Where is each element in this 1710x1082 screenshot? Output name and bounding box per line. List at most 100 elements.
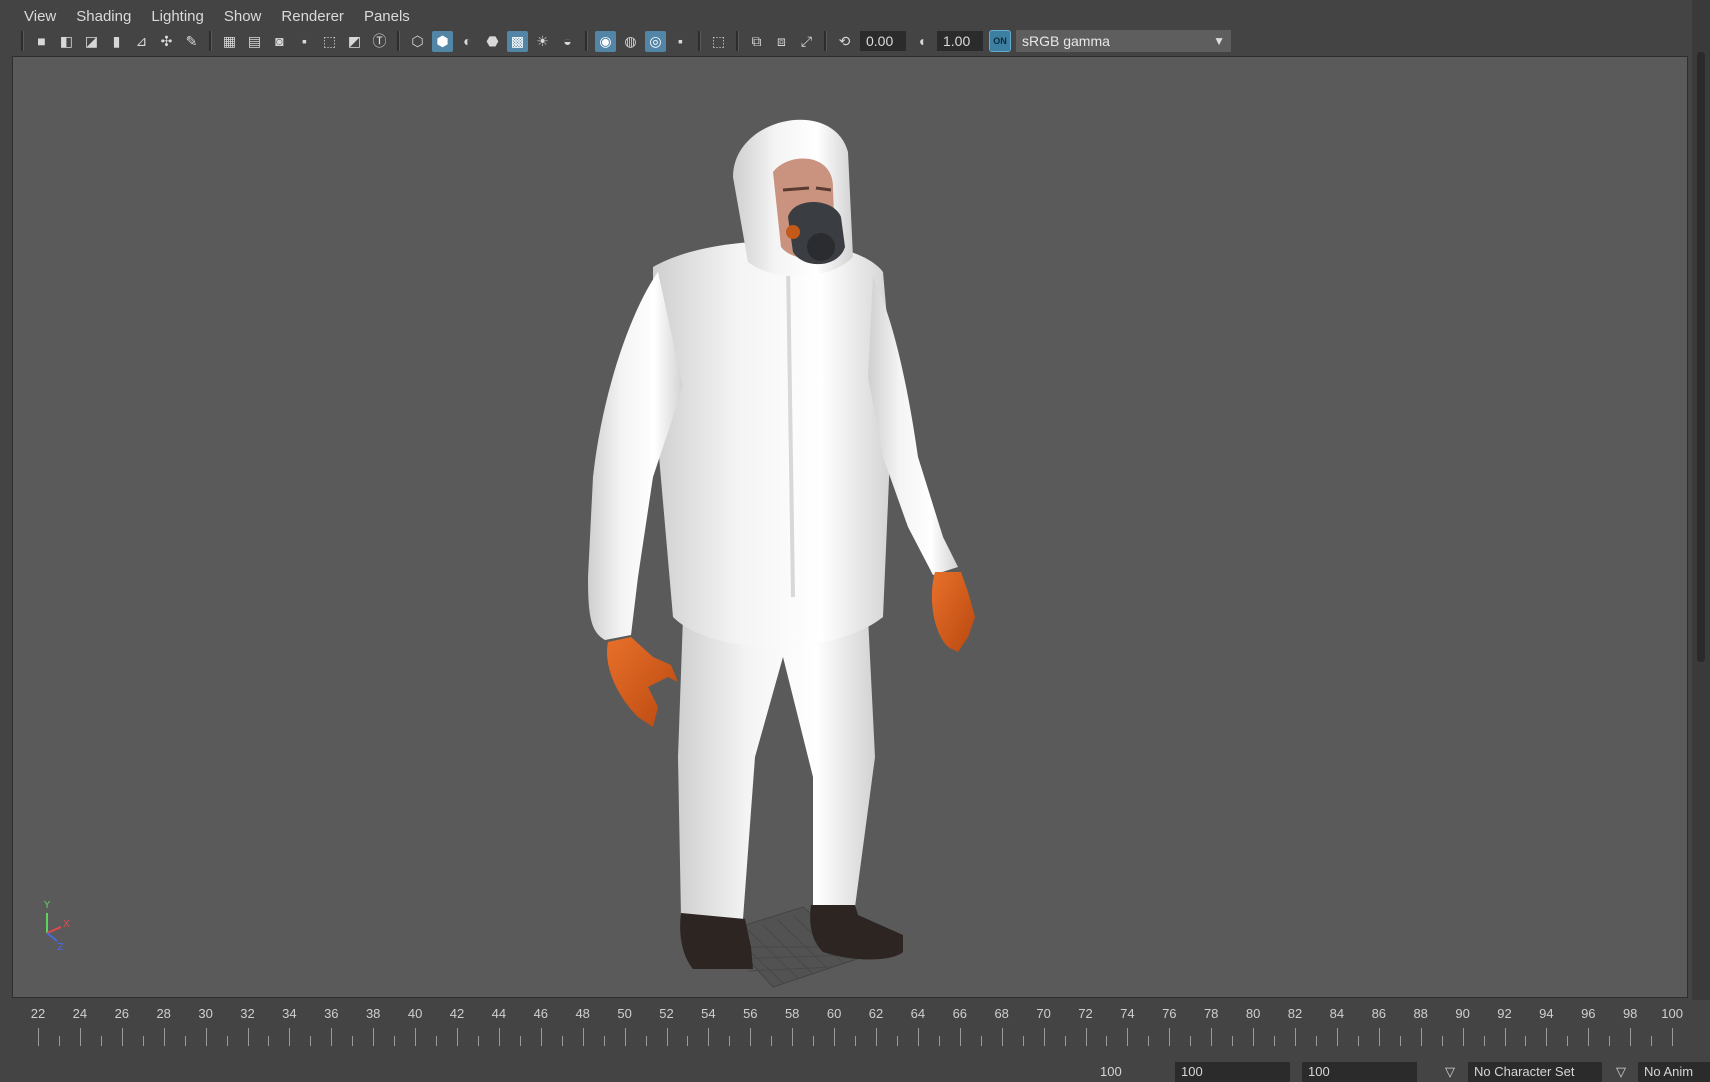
range-slider-bar: 100 100 100 ▽ No Character Set ▽ No Anim <box>0 1056 1710 1082</box>
camera-attributes-icon[interactable]: ◧ <box>56 31 77 52</box>
menu-renderer[interactable]: Renderer <box>281 8 344 25</box>
timeline-minor-tick <box>310 1036 312 1046</box>
color-space-value: sRGB gamma <box>1022 33 1110 49</box>
timeline-tick <box>1169 1028 1171 1046</box>
xray-joints-icon[interactable]: ⧉ <box>746 31 767 52</box>
film-gate-icon[interactable]: ▤ <box>244 31 265 52</box>
timeline-tick <box>289 1028 291 1046</box>
safe-title-icon[interactable]: ◩ <box>344 31 365 52</box>
timeline-tick-label: 68 <box>994 1006 1009 1021</box>
timeline-minor-tick <box>1274 1036 1276 1046</box>
anti-aliasing-icon[interactable]: ◎ <box>645 30 666 52</box>
timeline-tick-label: 58 <box>784 1006 800 1021</box>
timeline-minor-tick <box>58 1036 60 1046</box>
exposure-icon[interactable]: ⟲ <box>834 31 855 52</box>
timeline-minor-tick <box>938 1036 940 1046</box>
gamma-icon[interactable]: ◖ <box>911 31 932 52</box>
xray-active-icon[interactable]: ⧈ <box>771 31 792 52</box>
safe-action-icon[interactable]: ⬚ <box>319 31 340 52</box>
motion-blur-icon[interactable]: ◍ <box>620 31 641 52</box>
timeline-tick-label: 88 <box>1413 1006 1428 1021</box>
timeline-tick-label: 60 <box>826 1006 842 1021</box>
filter-icon[interactable]: ▽ <box>1445 1064 1455 1080</box>
smooth-shade-icon[interactable]: ⬢ <box>432 30 453 52</box>
timeline-tick-label: 54 <box>701 1006 716 1021</box>
toolbar-divider <box>824 31 827 51</box>
x-ray-icon[interactable]: ▩ <box>507 30 528 52</box>
menu-lighting[interactable]: Lighting <box>151 8 204 25</box>
bookmark-icon[interactable]: ▮ <box>106 31 127 52</box>
timeline-minor-tick <box>645 1036 647 1046</box>
animation-end-field[interactable]: 100 <box>1302 1062 1417 1082</box>
timeline-tick <box>331 1028 333 1046</box>
timeline-tick-label: 74 <box>1120 1006 1135 1021</box>
color-management-toggle[interactable]: ON <box>989 30 1011 52</box>
timeline-tick-label: 84 <box>1329 1006 1345 1021</box>
menu-show[interactable]: Show <box>224 8 262 25</box>
timeline-tick-label: 66 <box>952 1006 968 1021</box>
timeline-minor-tick <box>268 1036 270 1046</box>
camera-icon[interactable]: ■ <box>31 31 52 52</box>
timeline-tick-label: 56 <box>743 1006 758 1021</box>
timeline-tick <box>876 1028 877 1046</box>
toolbar-divider <box>397 31 400 51</box>
use-all-lights-icon[interactable]: ☀ <box>532 31 553 52</box>
camera-sequencer-icon[interactable]: ⤢ <box>796 31 817 52</box>
2d-pan-zoom-icon[interactable]: ⊿ <box>131 31 152 52</box>
screen-space-ao-icon[interactable]: ◉ <box>595 30 616 52</box>
timeline-tick <box>373 1028 375 1046</box>
timeline-minor-tick <box>1399 1036 1401 1046</box>
shadows-icon[interactable]: ◒ <box>557 31 578 52</box>
exposure-field[interactable]: 0.00 <box>860 31 906 51</box>
anim-layer-dropdown[interactable]: No Anim <box>1638 1062 1710 1082</box>
panel-toolbar: ■ ◧ ◪ ▮ ⊿ ✣ ✎ ▦ ▤ ◙ ▪ ⬚ ◩ Ⓣ ⬡ ⬢ ◐ ⬣ ▩ ☀ … <box>0 26 1690 56</box>
field-chart-icon[interactable]: ▪ <box>294 31 315 52</box>
timeline-tick <box>540 1028 542 1046</box>
character-model: Y X Z <box>43 119 975 988</box>
wireframe-on-shaded-icon[interactable]: ⬣ <box>482 31 503 52</box>
timeline-tick <box>582 1028 584 1046</box>
timeline-tick <box>1253 1028 1255 1046</box>
resolution-gate-icon[interactable]: ◙ <box>269 31 290 52</box>
timeline-tick <box>79 1028 81 1046</box>
time-slider[interactable]: 22 24 26 28 30 32 34 36 38 40 42 44 46 48 50 52 54 56 58 60… <box>0 1000 1710 1050</box>
timeline-minor-tick <box>561 1036 563 1046</box>
timeline-tick <box>708 1028 710 1046</box>
timeline-tick-label: 30 <box>198 1006 213 1021</box>
timeline-tick <box>792 1028 794 1046</box>
grid-icon[interactable]: ▦ <box>219 31 240 52</box>
menu-panels[interactable]: Panels <box>364 8 410 25</box>
menu-shading[interactable]: Shading <box>76 8 131 25</box>
depth-of-field-icon[interactable]: ▪ <box>670 31 691 52</box>
menu-view[interactable]: View <box>24 8 56 25</box>
default-material-icon[interactable]: ◐ <box>457 31 478 52</box>
wireframe-icon[interactable]: ⬡ <box>407 31 428 52</box>
scrollbar-thumb[interactable] <box>1697 52 1705 662</box>
left-glove <box>607 637 678 727</box>
character-set-dropdown[interactable]: No Character Set <box>1468 1062 1602 1082</box>
3d-viewport[interactable]: Y X Z <box>12 56 1688 998</box>
timeline-tick-label: 50 <box>617 1006 632 1021</box>
timeline-tick <box>1420 1028 1422 1046</box>
gamma-field[interactable]: 1.00 <box>937 31 983 51</box>
timeline-tick <box>1504 1028 1506 1046</box>
timeline-tick-label: 26 <box>114 1006 130 1021</box>
brush-icon[interactable]: ✎ <box>181 31 202 52</box>
text-title-icon[interactable]: Ⓣ <box>369 31 390 52</box>
playback-end-field[interactable]: 100 <box>1175 1062 1290 1082</box>
timeline-tick-label: 96 <box>1581 1006 1596 1021</box>
isolate-select-icon[interactable]: ⬚ <box>708 31 729 52</box>
timeline-minor-tick <box>1441 1036 1443 1046</box>
image-plane-icon[interactable]: ◪ <box>81 31 102 52</box>
color-space-dropdown[interactable]: sRGB gamma ▼ <box>1016 30 1231 52</box>
timeline-minor-tick <box>1315 1036 1317 1046</box>
timeline-tick-label: 32 <box>240 1006 255 1021</box>
axis-label-y: Y <box>43 900 51 911</box>
toolbar-divider <box>21 31 24 51</box>
timeline-tick <box>624 1028 626 1046</box>
right-scrollbar[interactable] <box>1692 0 1710 1000</box>
timeline-minor-tick <box>771 1036 773 1046</box>
filter-icon[interactable]: ▽ <box>1616 1064 1626 1080</box>
timeline-tick <box>1043 1028 1045 1046</box>
grease-pencil-icon[interactable]: ✣ <box>156 31 177 52</box>
